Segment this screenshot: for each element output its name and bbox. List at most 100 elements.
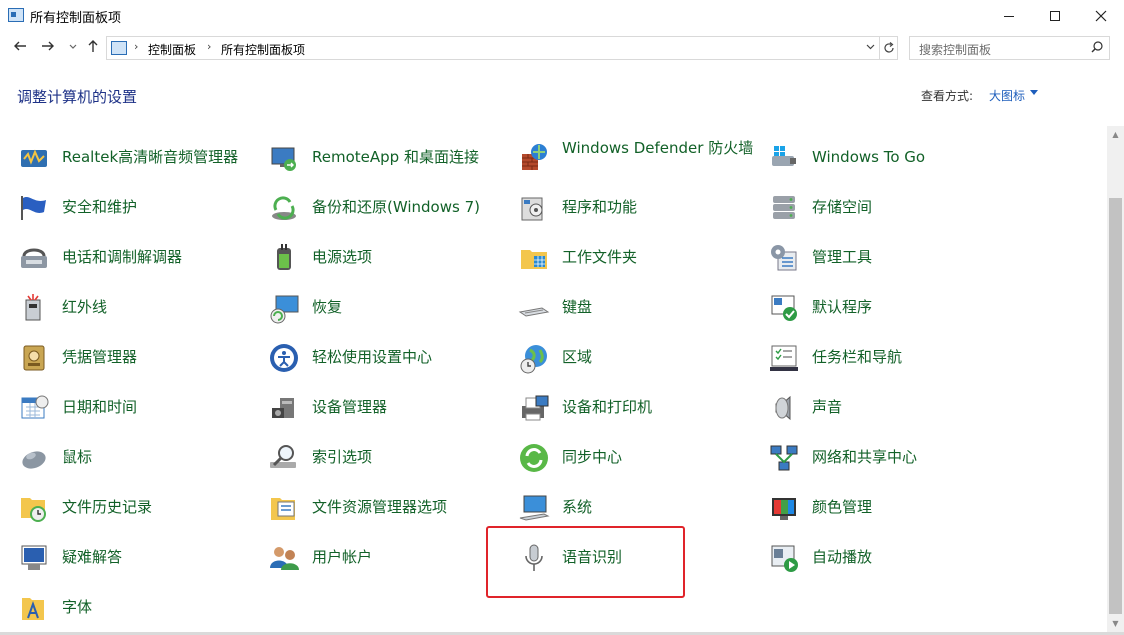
control-panel-item[interactable]: 轻松使用设置中心 (268, 338, 508, 378)
item-label[interactable]: 文件历史记录 (62, 498, 152, 516)
control-panel-item[interactable]: 鼠标 (18, 438, 258, 478)
vertical-scrollbar[interactable]: ▲ ▼ (1107, 126, 1124, 632)
control-panel-item[interactable]: 颜色管理 (768, 488, 1008, 528)
control-panel-item[interactable]: 同步中心 (518, 438, 758, 478)
control-panel-item[interactable]: 自动播放 (768, 538, 1008, 578)
forward-button[interactable] (38, 38, 58, 57)
item-label[interactable]: 鼠标 (62, 448, 92, 466)
item-label[interactable]: 同步中心 (562, 448, 622, 466)
item-label[interactable]: 声音 (812, 398, 842, 416)
item-label[interactable]: 疑难解答 (62, 548, 122, 566)
control-panel-item[interactable]: 疑难解答 (18, 538, 258, 578)
control-panel-item[interactable]: 设备和打印机 (518, 388, 758, 428)
recovery-icon (268, 292, 300, 324)
page-title: 调整计算机的设置 (17, 88, 138, 106)
item-label[interactable]: 系统 (562, 498, 592, 516)
item-label[interactable]: 自动播放 (812, 548, 872, 566)
item-label[interactable]: 工作文件夹 (562, 248, 637, 266)
item-label[interactable]: 区域 (562, 348, 592, 366)
control-panel-item[interactable]: 恢复 (268, 288, 508, 328)
item-label[interactable]: 颜色管理 (812, 498, 872, 516)
item-label[interactable]: Windows Defender 防火墙 (562, 138, 758, 159)
item-label[interactable]: 用户帐户 (312, 548, 372, 566)
item-label[interactable]: 网络和共享中心 (812, 448, 917, 466)
recent-locations-button[interactable] (63, 42, 83, 53)
control-panel-item[interactable]: 文件资源管理器选项 (268, 488, 508, 528)
control-panel-item[interactable]: Windows To Go (768, 138, 1008, 178)
datetime-icon (18, 392, 50, 424)
item-label[interactable]: 默认程序 (812, 298, 872, 316)
breadcrumb-control-panel[interactable]: 控制面板 (148, 41, 196, 58)
item-label[interactable]: 程序和功能 (562, 198, 637, 216)
explorer-options-icon (268, 492, 300, 524)
control-panel-item[interactable]: Realtek高清晰音频管理器 (18, 138, 258, 178)
control-panel-item[interactable]: 管理工具 (768, 238, 1008, 278)
minimize-button[interactable] (986, 0, 1032, 32)
control-panel-item[interactable]: Windows Defender 防火墙 (518, 138, 758, 178)
item-label[interactable]: 电源选项 (312, 248, 372, 266)
control-panel-item[interactable]: 安全和维护 (18, 188, 258, 228)
control-panel-item[interactable]: 任务栏和导航 (768, 338, 1008, 378)
control-panel-item[interactable]: 程序和功能 (518, 188, 758, 228)
control-panel-item[interactable]: 声音 (768, 388, 1008, 428)
control-panel-item[interactable]: RemoteApp 和桌面连接 (268, 138, 508, 178)
item-label[interactable]: 存储空间 (812, 198, 872, 216)
item-label[interactable]: 备份和还原(Windows 7) (312, 198, 480, 216)
chevron-right-icon[interactable]: › (207, 40, 211, 53)
control-panel-item[interactable]: 备份和还原(Windows 7) (268, 188, 508, 228)
address-dropdown-icon[interactable] (866, 42, 875, 53)
search-icon[interactable] (1091, 41, 1103, 53)
item-label[interactable]: 恢复 (312, 298, 342, 316)
control-panel-item[interactable]: 字体 (18, 588, 258, 628)
item-label[interactable]: 设备和打印机 (562, 398, 652, 416)
item-label[interactable]: Windows To Go (812, 148, 925, 166)
item-label[interactable]: 文件资源管理器选项 (312, 498, 447, 516)
item-label[interactable]: RemoteApp 和桌面连接 (312, 148, 479, 166)
control-panel-item[interactable]: 网络和共享中心 (768, 438, 1008, 478)
close-button[interactable] (1078, 0, 1124, 32)
control-panel-item[interactable]: 电源选项 (268, 238, 508, 278)
item-label[interactable]: 管理工具 (812, 248, 872, 266)
control-panel-item[interactable]: 凭据管理器 (18, 338, 258, 378)
control-panel-item[interactable]: 系统 (518, 488, 758, 528)
item-label[interactable]: 索引选项 (312, 448, 372, 466)
control-panel-item[interactable]: 工作文件夹 (518, 238, 758, 278)
scroll-up-arrow-icon[interactable]: ▲ (1107, 126, 1124, 143)
item-label[interactable]: 键盘 (562, 298, 592, 316)
breadcrumb-all-items[interactable]: 所有控制面板项 (221, 41, 305, 58)
control-panel-item[interactable]: 文件历史记录 (18, 488, 258, 528)
control-panel-item[interactable]: 日期和时间 (18, 388, 258, 428)
scroll-down-arrow-icon[interactable]: ▼ (1107, 615, 1124, 632)
address-bar[interactable]: › 控制面板 › 所有控制面板项 (106, 36, 880, 60)
scroll-thumb[interactable] (1109, 198, 1122, 614)
item-label[interactable]: 任务栏和导航 (812, 348, 902, 366)
control-panel-item[interactable]: 电话和调制解调器 (18, 238, 258, 278)
back-button[interactable] (10, 38, 30, 57)
minimize-icon (1004, 15, 1014, 17)
control-panel-item[interactable]: 设备管理器 (268, 388, 508, 428)
control-panel-item[interactable]: 索引选项 (268, 438, 508, 478)
item-label[interactable]: 设备管理器 (312, 398, 387, 416)
item-label[interactable]: 轻松使用设置中心 (312, 348, 432, 366)
item-label[interactable]: 电话和调制解调器 (62, 248, 182, 266)
item-label[interactable]: 日期和时间 (62, 398, 137, 416)
control-panel-item[interactable]: 存储空间 (768, 188, 1008, 228)
control-panel-item[interactable]: 键盘 (518, 288, 758, 328)
caret-down-icon[interactable] (1030, 90, 1038, 95)
search-input[interactable]: 搜索控制面板 (909, 36, 1110, 60)
maximize-button[interactable] (1032, 0, 1078, 32)
control-panel-item[interactable]: 默认程序 (768, 288, 1008, 328)
item-label[interactable]: 安全和维护 (62, 198, 137, 216)
refresh-button[interactable] (880, 36, 898, 60)
item-label[interactable]: Realtek高清晰音频管理器 (62, 148, 238, 166)
control-panel-item[interactable]: 区域 (518, 338, 758, 378)
chevron-right-icon[interactable]: › (134, 40, 138, 53)
item-label[interactable]: 凭据管理器 (62, 348, 137, 366)
control-panel-item[interactable]: 红外线 (18, 288, 258, 328)
up-button[interactable] (83, 38, 103, 57)
system-icon (518, 492, 550, 524)
view-by-dropdown[interactable]: 大图标 (989, 87, 1025, 104)
item-label[interactable]: 红外线 (62, 298, 107, 316)
control-panel-item[interactable]: 用户帐户 (268, 538, 508, 578)
item-label[interactable]: 字体 (62, 598, 92, 616)
